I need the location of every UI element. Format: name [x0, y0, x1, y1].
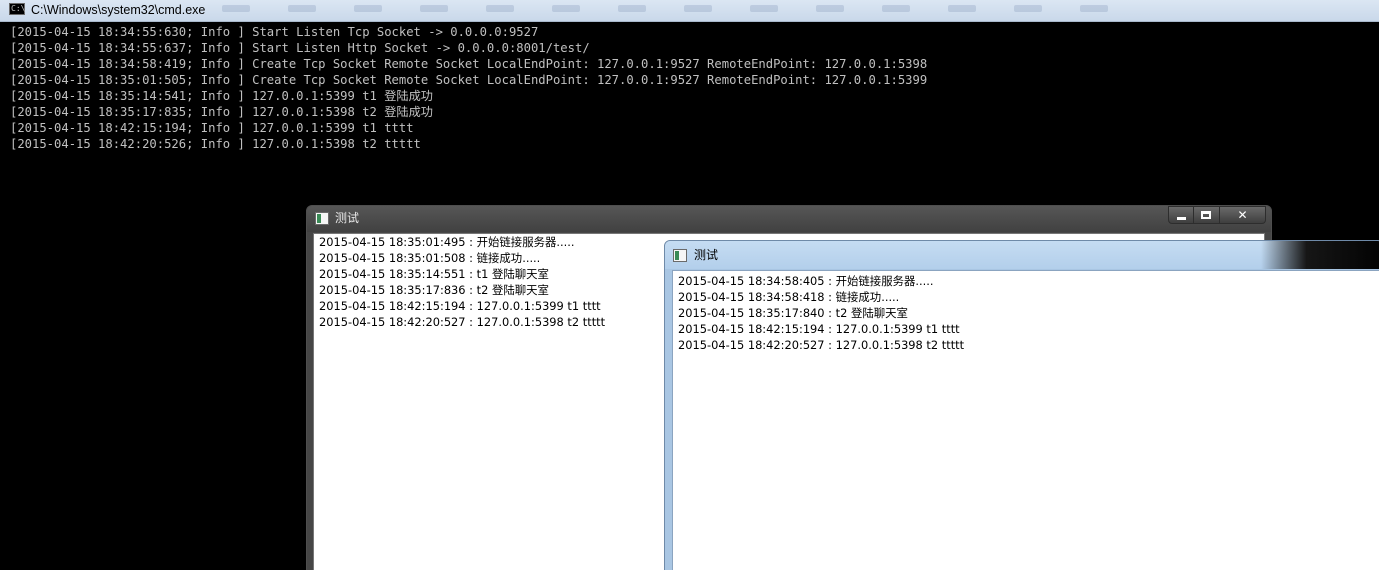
message-line: 2015-04-15 18:42:20:527 : 127.0.0.1:5398…	[678, 338, 965, 352]
message-line: 2015-04-15 18:35:14:551 : t1 登陆聊天室	[319, 267, 549, 281]
desktop: C:\ C:\Windows\system32\cmd.exe [2015-04…	[0, 0, 1379, 570]
console-icon: C:\	[9, 3, 26, 15]
message-line: 2015-04-15 18:35:01:495 : 开始链接服务器.....	[319, 235, 575, 249]
cmd-titlebar[interactable]: C:\ C:\Windows\system32\cmd.exe	[0, 0, 1379, 22]
app-window-icon	[673, 249, 687, 262]
console-line: [2015-04-15 18:35:01:505; Info ] Create …	[10, 73, 928, 87]
message-line: 2015-04-15 18:34:58:405 : 开始链接服务器.....	[678, 274, 934, 288]
close-icon: ✕	[1237, 208, 1248, 222]
window-1-titlebar[interactable]: 测试 ✕	[307, 206, 1271, 232]
message-line: 2015-04-15 18:35:01:508 : 链接成功.....	[319, 251, 541, 265]
message-line: 2015-04-15 18:35:17:836 : t2 登陆聊天室	[319, 283, 549, 297]
close-button[interactable]: ✕	[1220, 206, 1266, 224]
console-line: [2015-04-15 18:42:15:194; Info ] 127.0.0…	[10, 121, 414, 135]
maximize-button[interactable]	[1194, 206, 1220, 224]
message-line: 2015-04-15 18:42:15:194 : 127.0.0.1:5399…	[678, 322, 960, 336]
app-window-icon	[315, 212, 329, 225]
console-line: [2015-04-15 18:42:20:526; Info ] 127.0.0…	[10, 137, 421, 151]
console-line: [2015-04-15 18:35:14:541; Info ] 127.0.0…	[10, 89, 433, 103]
message-line: 2015-04-15 18:34:58:418 : 链接成功.....	[678, 290, 900, 304]
message-line: 2015-04-15 18:42:20:527 : 127.0.0.1:5398…	[319, 315, 606, 329]
window-1-caption-buttons: ✕	[1168, 206, 1266, 225]
window-1-title: 测试	[335, 211, 360, 225]
titlebar-ghost-text	[222, 5, 1108, 12]
message-line: 2015-04-15 18:42:15:194 : 127.0.0.1:5399…	[319, 299, 601, 313]
console-line: [2015-04-15 18:35:17:835; Info ] 127.0.0…	[10, 105, 433, 119]
window-2-message-box[interactable]: 2015-04-15 18:34:58:405 : 开始链接服务器..... 2…	[672, 270, 1379, 570]
message-line: 2015-04-15 18:35:17:840 : t2 登陆聊天室	[678, 306, 908, 320]
console-line: [2015-04-15 18:34:55:630; Info ] Start L…	[10, 25, 539, 39]
test-window-2[interactable]: 测试 2015-04-15 18:34:58:405 : 开始链接服务器....…	[664, 240, 1379, 570]
minimize-button[interactable]	[1168, 206, 1194, 224]
window-2-titlebar[interactable]: 测试	[665, 241, 1379, 269]
console-line: [2015-04-15 18:34:55:637; Info ] Start L…	[10, 41, 590, 55]
cmd-window-title: C:\Windows\system32\cmd.exe	[31, 3, 206, 17]
window-2-title: 测试	[694, 248, 719, 262]
console-line: [2015-04-15 18:34:58:419; Info ] Create …	[10, 57, 928, 71]
